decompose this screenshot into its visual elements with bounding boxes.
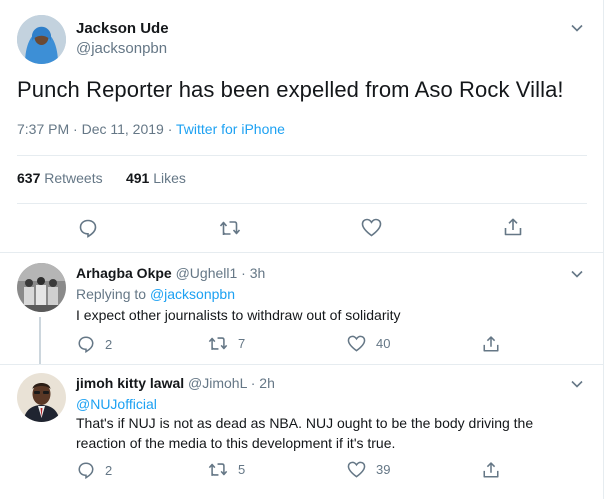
reply-header: jimoh kitty lawal @JimohL · 2h <box>76 375 275 391</box>
reply-time[interactable]: · 3h <box>241 265 265 281</box>
retweet-count: 5 <box>238 462 246 477</box>
reply-text: That's if NUJ is not as dead as NBA. NUJ… <box>76 415 534 451</box>
likes-stat[interactable]: 491 Likes <box>126 170 186 186</box>
main-tweet: Jackson Ude @jacksonpbn Punch Reporter h… <box>0 0 604 253</box>
retweet-count: 7 <box>238 336 246 351</box>
author-name[interactable]: Jackson Ude <box>76 20 169 37</box>
like-icon[interactable] <box>361 218 382 237</box>
replying-to-prefix: Replying to <box>76 286 150 302</box>
chevron-down-icon[interactable] <box>571 380 583 388</box>
reply-text: I expect other journalists to withdraw o… <box>76 307 401 323</box>
tweet-text: Punch Reporter has been expelled from As… <box>17 77 564 102</box>
retweets-stat[interactable]: 637 Retweets <box>17 170 103 186</box>
avatar-image <box>17 15 66 64</box>
share-icon[interactable] <box>482 461 500 479</box>
reply-header: Arhagba Okpe @Ughell1 · 3h <box>76 265 265 281</box>
reply-action[interactable]: 2 <box>77 335 112 353</box>
retweet-action[interactable]: 7 <box>208 335 245 352</box>
reply-tweet[interactable]: jimoh kitty lawal @JimohL · 2h @NUJoffic… <box>0 365 604 499</box>
reply-icon <box>78 336 94 353</box>
reply-author-name[interactable]: Arhagba Okpe <box>76 265 172 281</box>
chevron-down-icon[interactable] <box>571 24 583 32</box>
mention-link[interactable]: @NUJofficial <box>76 396 157 412</box>
avatar-image <box>17 263 66 312</box>
retweet-icon <box>208 463 228 476</box>
retweets-label: Retweets <box>44 170 103 186</box>
tweet-source[interactable]: Twitter for iPhone <box>176 121 285 137</box>
avatar[interactable] <box>17 15 66 64</box>
like-count: 40 <box>376 336 391 351</box>
like-count: 39 <box>376 462 391 477</box>
like-action[interactable]: 40 <box>347 335 390 352</box>
retweets-count: 637 <box>17 170 41 186</box>
reply-action[interactable]: 2 <box>77 461 112 479</box>
like-action[interactable]: 39 <box>347 461 390 478</box>
reply-author-handle[interactable]: @JimohL <box>188 375 247 391</box>
reply-author-name[interactable]: jimoh kitty lawal <box>76 375 184 391</box>
retweet-action[interactable]: 5 <box>208 461 245 478</box>
avatar-image <box>17 373 66 422</box>
retweet-icon <box>208 337 228 350</box>
tweet-thread-panel: Jackson Ude @jacksonpbn Punch Reporter h… <box>0 0 604 499</box>
reply-icon[interactable] <box>78 218 98 238</box>
avatar[interactable] <box>17 373 66 422</box>
tweet-timestamp[interactable]: 7:37 PM · Dec 11, 2019 · <box>17 121 176 137</box>
author-handle[interactable]: @jacksonpbn <box>76 40 167 57</box>
tweet-stats: 637 Retweets 491 Likes <box>17 170 186 186</box>
like-icon <box>347 461 366 478</box>
reply-author-handle[interactable]: @Ughell1 <box>176 265 238 281</box>
reply-tweet[interactable]: Arhagba Okpe @Ughell1 · 3h Replying to @… <box>0 253 604 364</box>
reply-time[interactable]: · 2h <box>251 375 275 391</box>
thread-line <box>39 317 41 364</box>
likes-count: 491 <box>125 170 150 186</box>
share-icon[interactable] <box>482 335 500 353</box>
reply-count: 2 <box>105 462 113 478</box>
likes-label: Likes <box>153 170 186 186</box>
replying-to: Replying to @jacksonpbn <box>76 286 235 302</box>
reply-icon <box>78 462 94 479</box>
like-icon <box>347 335 366 352</box>
chevron-down-icon[interactable] <box>571 270 583 278</box>
retweet-icon[interactable] <box>219 219 241 237</box>
tweet-meta: 7:37 PM · Dec 11, 2019 · Twitter for iPh… <box>17 121 285 137</box>
divider <box>17 203 587 204</box>
avatar[interactable] <box>17 263 66 312</box>
divider <box>17 155 587 156</box>
replying-to-link[interactable]: @jacksonpbn <box>150 286 235 302</box>
reply-count: 2 <box>105 336 113 352</box>
share-icon[interactable] <box>503 217 523 237</box>
